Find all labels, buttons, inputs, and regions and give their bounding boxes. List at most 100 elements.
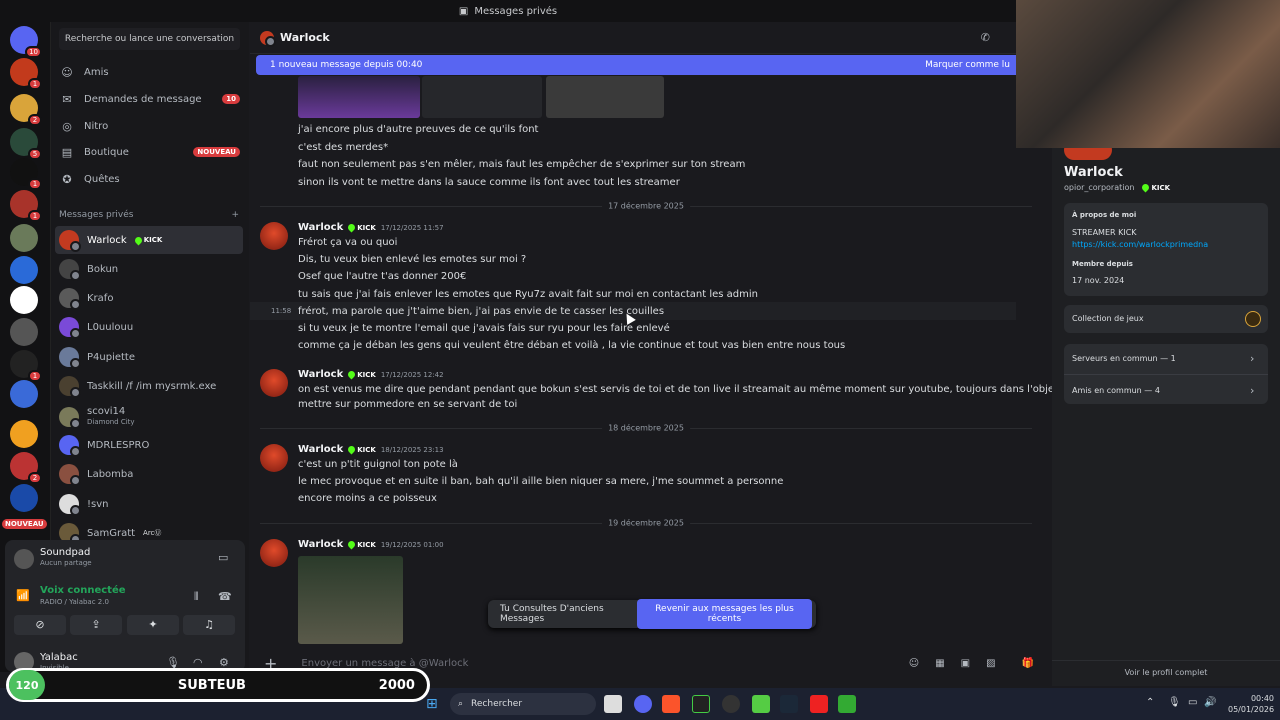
app-icon[interactable] xyxy=(722,695,740,713)
image-attachment[interactable] xyxy=(422,76,542,118)
file-explorer-icon[interactable] xyxy=(604,695,622,713)
search-button[interactable]: Recherche ou lance une conversation xyxy=(59,28,240,50)
avatar[interactable] xyxy=(260,222,288,250)
server-icon[interactable] xyxy=(10,380,38,408)
tray-chevron-icon[interactable]: ⌃ xyxy=(1146,697,1154,708)
server-icon[interactable]: 1 xyxy=(10,158,42,190)
app-icon[interactable] xyxy=(838,695,856,713)
app-icon[interactable] xyxy=(752,695,770,713)
message-line: c'est des merdes* xyxy=(298,142,389,153)
app-icon[interactable] xyxy=(692,695,710,713)
server-icon[interactable]: 2 xyxy=(10,94,42,126)
soundwave-icon[interactable]: ⫴ xyxy=(194,590,199,604)
server-icon[interactable] xyxy=(10,420,38,448)
discord-icon[interactable] xyxy=(634,695,652,713)
dm-item[interactable]: Bokun xyxy=(55,255,243,283)
server-icon[interactable]: 2 xyxy=(10,452,42,484)
nitro-icon: ◎ xyxy=(62,119,72,133)
gift-icon[interactable]: 🎁 xyxy=(1022,658,1034,669)
server-icon[interactable] xyxy=(10,286,38,314)
message-header: Warlock KICK 17/12/2025 11:57 xyxy=(298,222,444,233)
avatar xyxy=(59,494,81,516)
server-icon[interactable] xyxy=(10,484,38,512)
gif-icon[interactable]: ▦ xyxy=(935,658,944,669)
signal-icon: 📶 xyxy=(16,589,30,602)
hangup-icon[interactable]: ☎ xyxy=(218,590,232,603)
call-icon[interactable]: ✆ xyxy=(981,31,990,44)
mark-read-button[interactable]: Marquer comme lu xyxy=(925,60,1010,70)
avatar[interactable] xyxy=(260,539,288,567)
avatar xyxy=(59,259,81,281)
nav-message-requests[interactable]: ✉ Demandes de message 10 xyxy=(60,88,240,110)
friends-icon: ☺ xyxy=(61,65,73,79)
server-icon[interactable]: 1 xyxy=(10,350,42,382)
windows-start-icon[interactable]: ⊞ xyxy=(426,696,438,712)
server-icon[interactable]: 1 xyxy=(10,58,42,90)
screen-share-button[interactable]: ⇪ xyxy=(70,615,122,635)
network-icon[interactable]: ▭ xyxy=(1188,697,1197,708)
dm-item[interactable]: Krafo xyxy=(55,284,243,312)
image-icon[interactable]: ▨ xyxy=(986,658,995,669)
nav-shop[interactable]: ▤ Boutique NOUVEAU xyxy=(60,141,240,163)
nav-friends[interactable]: ☺ Amis xyxy=(60,61,240,83)
nav-quests[interactable]: ✪ Quêtes xyxy=(60,168,240,190)
nav-nitro[interactable]: ◎ Nitro xyxy=(60,115,240,137)
soundboard-button[interactable]: ♫ xyxy=(183,615,235,635)
server-icon[interactable]: 5 xyxy=(10,128,42,160)
mutual-servers-button[interactable]: Serveurs en commun — 1 xyxy=(1072,354,1176,363)
stream-icon[interactable]: ▭ xyxy=(218,551,228,564)
camera-off-button[interactable]: ⊘ xyxy=(14,615,66,635)
server-icon[interactable]: 1 xyxy=(10,190,42,222)
avatar xyxy=(59,464,81,486)
server-icon[interactable] xyxy=(10,256,38,284)
dm-item[interactable]: scovi14 Diamond City xyxy=(55,402,243,432)
clock[interactable]: 00:40 05/01/2026 xyxy=(1228,693,1274,715)
sticker-icon[interactable]: ▣ xyxy=(961,658,970,669)
dm-item[interactable]: Taskkill /f /im mysrmk.exe xyxy=(55,372,243,400)
game-icon xyxy=(1245,311,1261,327)
dm-item[interactable]: L0uulouu xyxy=(55,313,243,341)
volume-icon[interactable]: 🔊 xyxy=(1204,697,1216,708)
date-separator: 17 décembre 2025 xyxy=(260,201,1032,211)
add-dm-icon[interactable]: + xyxy=(231,210,239,220)
taskbar-search[interactable]: ⌕ Rechercher xyxy=(450,693,596,715)
image-attachment[interactable] xyxy=(298,76,420,118)
dm-section-header: Messages privés + xyxy=(59,210,239,220)
date-separator: 19 décembre 2025 xyxy=(260,518,1032,528)
avatar[interactable] xyxy=(260,444,288,472)
emoji-icon[interactable]: ☺ xyxy=(909,658,919,669)
activities-button[interactable]: ✦ xyxy=(127,615,179,635)
profile-handle: opior_corporation KICK xyxy=(1064,182,1171,193)
shop-icon: ▤ xyxy=(61,145,73,159)
dm-item-warlock[interactable]: Warlock KICK xyxy=(55,226,243,254)
dm-item[interactable]: P4upiette xyxy=(55,343,243,371)
jump-to-present-button[interactable]: Revenir aux messages les plus récents xyxy=(637,599,812,629)
image-attachment[interactable] xyxy=(298,556,403,644)
webcam-overlay xyxy=(1016,0,1280,148)
discord-home-icon[interactable]: 10 xyxy=(10,26,42,58)
profile-link[interactable]: https://kick.com/warlockprimedna xyxy=(1072,240,1208,249)
server-icon[interactable] xyxy=(10,224,38,252)
avatar xyxy=(59,288,81,310)
mic-tray-icon[interactable]: 🎙 xyxy=(1168,697,1181,708)
view-full-profile-button[interactable]: Voir le profil complet xyxy=(1052,668,1280,677)
message-input[interactable]: Envoyer un message à @Warlock xyxy=(301,658,468,669)
message-line: comme ça je déban les gens qui veulent ê… xyxy=(298,340,846,351)
dm-item[interactable]: MDRLESPRO xyxy=(55,431,243,459)
dm-item[interactable]: !svn xyxy=(55,490,243,518)
dm-item[interactable]: Labomba xyxy=(55,460,243,488)
message-line: on est venus me dire que pendant pendant… xyxy=(298,384,1101,395)
message-line: faut non seulement pas s'en mêler, mais … xyxy=(298,159,746,170)
avatar xyxy=(59,317,81,339)
mutual-friends-button[interactable]: Amis en commun — 4 xyxy=(1072,386,1160,395)
youtube-icon[interactable] xyxy=(810,695,828,713)
message-line: si tu veux je te montre l'email que j'av… xyxy=(298,323,670,334)
brave-icon[interactable] xyxy=(662,695,680,713)
avatar[interactable] xyxy=(260,369,288,397)
chevron-right-icon: › xyxy=(1250,352,1255,365)
new-messages-banner[interactable]: 1 nouveau message depuis 00:40 Marquer c… xyxy=(256,55,1016,75)
image-attachment[interactable] xyxy=(546,76,664,118)
steam-icon[interactable] xyxy=(780,695,798,713)
sub-goal-target: 2000 xyxy=(378,677,415,693)
server-icon[interactable] xyxy=(10,318,38,346)
